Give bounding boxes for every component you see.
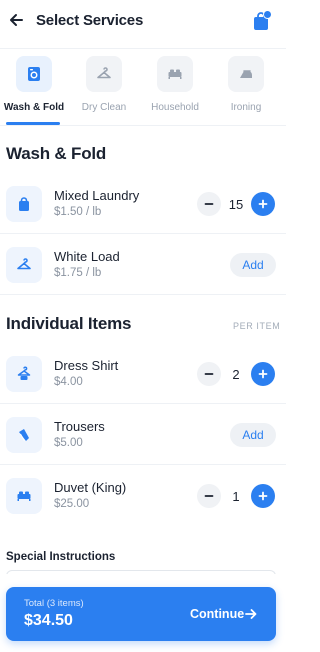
plus-icon	[258, 491, 268, 501]
service-name: White Load	[54, 249, 120, 264]
total-value: $34.50	[24, 612, 73, 629]
decrease-quantity-button[interactable]	[197, 362, 221, 386]
quantity-value: 2	[232, 367, 240, 382]
back-button[interactable]	[6, 10, 26, 30]
page-title: Select Services	[36, 12, 144, 29]
per-item-caption: PER ITEM	[233, 321, 281, 331]
trousers-icon	[6, 417, 42, 453]
tab-label: Household	[151, 102, 199, 113]
tab-household[interactable]: Household	[143, 56, 207, 126]
service-price: $1.75 / lb	[54, 267, 102, 279]
increase-quantity-button[interactable]	[251, 484, 275, 508]
checkout-bar: Total (3 items) $34.50 Continue	[0, 574, 286, 652]
service-price: $1.50 / lb	[54, 206, 102, 218]
service-row-duvet-king: Duvet (King) $25.00 1	[0, 466, 286, 526]
minus-icon	[204, 495, 214, 497]
continue-button[interactable]: Total (3 items) $34.50 Continue	[6, 587, 276, 641]
tab-ironing[interactable]: Ironing	[214, 56, 278, 126]
item-name: Trousers	[54, 419, 105, 434]
service-row-white-load: White Load $1.75 / lb Add	[0, 235, 286, 295]
item-price: $4.00	[54, 376, 83, 388]
section-title-wash-fold: Wash & Fold	[6, 144, 107, 163]
tab-label: Wash & Fold	[3, 102, 65, 113]
service-row-trousers: Trousers $5.00 Add	[0, 405, 286, 465]
continue-label: Continue	[190, 607, 245, 621]
increase-quantity-button[interactable]	[251, 192, 275, 216]
quantity-value: 1	[232, 489, 240, 504]
plus-icon	[258, 369, 268, 379]
item-name: Duvet (King)	[54, 480, 127, 495]
service-name: Mixed Laundry	[54, 188, 140, 203]
decrease-quantity-button[interactable]	[197, 192, 221, 216]
washing-machine-icon	[16, 56, 52, 92]
minus-icon	[204, 203, 214, 205]
service-row-dress-shirt: Dress Shirt $4.00 2	[0, 344, 286, 404]
decrease-quantity-button[interactable]	[197, 484, 221, 508]
hanger-icon	[86, 56, 122, 92]
tab-wash-fold[interactable]: Wash & Fold	[2, 56, 66, 126]
arrow-right-icon	[245, 609, 257, 619]
bag-icon	[6, 186, 42, 222]
bed-icon	[6, 478, 42, 514]
category-tabs: Wash & Fold Dry Clean Household Ironing	[0, 48, 286, 126]
item-name: Dress Shirt	[54, 358, 119, 373]
item-price: $5.00	[54, 437, 83, 449]
tab-label: Ironing	[230, 102, 262, 113]
service-row-mixed-laundry: Mixed Laundry $1.50 / lb 15	[0, 174, 286, 234]
add-button[interactable]: Add	[230, 423, 276, 447]
cart-badge	[263, 10, 272, 19]
total-label: Total (3 items)	[24, 598, 84, 609]
increase-quantity-button[interactable]	[251, 362, 275, 386]
iron-icon	[228, 56, 264, 92]
item-price: $25.00	[54, 498, 90, 510]
bed-icon	[157, 56, 193, 92]
tab-label: Dry Clean	[81, 102, 127, 113]
app-header: Select Services	[0, 0, 286, 44]
active-tab-indicator	[6, 122, 60, 125]
minus-icon	[204, 373, 214, 375]
add-button[interactable]: Add	[230, 253, 276, 277]
tab-dry-clean[interactable]: Dry Clean	[72, 56, 136, 126]
plus-icon	[258, 199, 268, 209]
shirt-icon	[6, 356, 42, 392]
section-title-individual-items: Individual Items	[6, 314, 132, 333]
hanger-icon	[6, 247, 42, 283]
quantity-value: 15	[228, 197, 244, 212]
arrow-left-icon	[10, 14, 23, 26]
special-instructions-label: Special Instructions	[6, 551, 116, 563]
